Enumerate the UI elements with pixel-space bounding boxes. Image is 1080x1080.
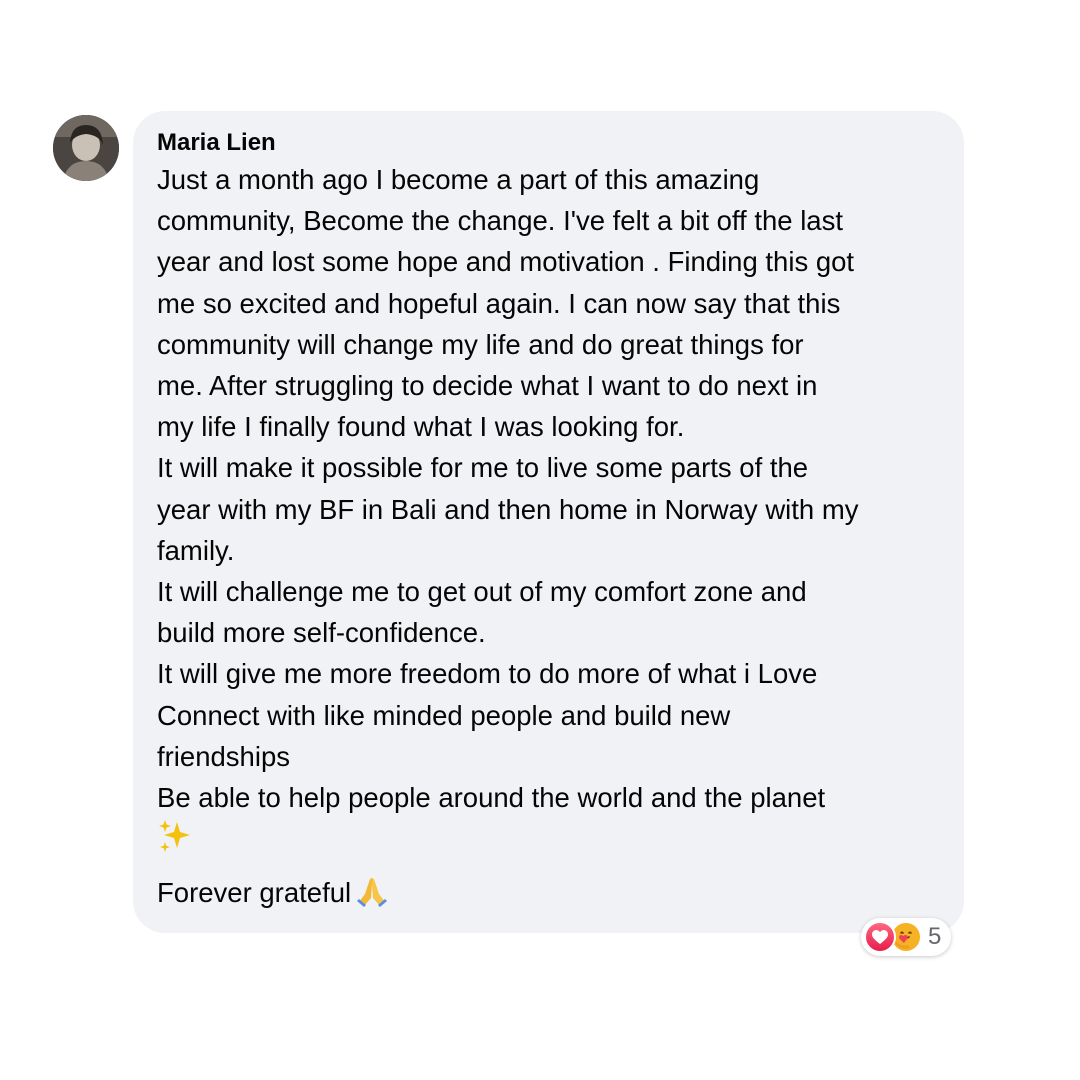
comment-line: It will make it possible for me to live … xyxy=(157,452,809,484)
sparkles-icon xyxy=(157,818,193,869)
comment-line: It will challenge me to get out of my co… xyxy=(157,576,807,608)
comment-line: family. xyxy=(157,534,235,566)
comment-line: build more self-confidence. xyxy=(157,617,486,649)
comment-body: Just a month ago I become a part of this… xyxy=(157,159,940,919)
closing-text: Forever grateful xyxy=(157,877,352,909)
comment-line: me so excited and hopeful again. I can n… xyxy=(157,287,841,319)
comment-line: me. After struggling to decide what I wa… xyxy=(157,370,818,402)
reaction-count: 5 xyxy=(928,923,942,950)
comment-line: my life I finally found what I was looki… xyxy=(157,411,685,443)
comment-line: Just a month ago I become a part of this… xyxy=(157,164,760,195)
love-reaction-icon xyxy=(864,921,896,953)
author-avatar[interactable] xyxy=(53,115,119,181)
sparkles-line xyxy=(157,818,940,866)
comment-line: year and lost some hope and motivation .… xyxy=(157,246,855,278)
closing-line: Forever grateful xyxy=(157,872,940,919)
comment-line: community, Become the change. I've felt … xyxy=(157,205,843,237)
reactions-summary[interactable]: 5 xyxy=(861,918,952,956)
comment-author-name[interactable]: Maria Lien xyxy=(157,129,940,157)
comment-line: friendships xyxy=(157,740,290,772)
comment-bubble: Maria Lien Just a month ago I become a p… xyxy=(133,111,964,933)
comment-line: year with my BF in Bali and then home in… xyxy=(157,493,859,525)
comment-line: community will change my life and do gre… xyxy=(157,328,804,360)
comment-line: It will give me more freedom to do more … xyxy=(157,658,818,690)
comment-line: Connect with like minded people and buil… xyxy=(157,699,731,731)
folded-hands-icon xyxy=(355,874,389,919)
comment-line: Be able to help people around the world … xyxy=(157,782,826,814)
